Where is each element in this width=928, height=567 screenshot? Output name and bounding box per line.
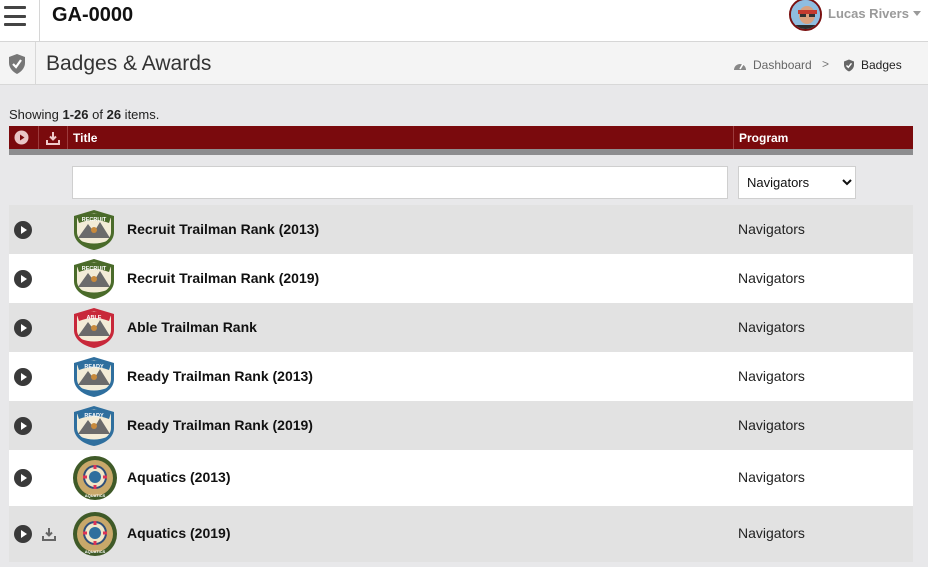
svg-text:RECRUIT: RECRUIT: [82, 217, 107, 223]
row-title[interactable]: Recruit Trailman Rank (2019): [127, 270, 319, 286]
expand-row-icon[interactable]: [14, 220, 32, 239]
summary-suffix: items.: [121, 107, 160, 122]
row-title[interactable]: Aquatics (2013): [127, 469, 230, 485]
user-avatar[interactable]: [789, 0, 822, 31]
svg-text:RECRUIT: RECRUIT: [82, 266, 107, 272]
header-divider: [733, 126, 734, 149]
shield-check-icon: [9, 54, 25, 74]
breadcrumb-badges: Badges: [843, 58, 902, 72]
table-row[interactable]: RECRUIT Recruit Trailman Rank (2019) Nav…: [9, 254, 913, 303]
title-filter-input[interactable]: [72, 166, 728, 199]
page-header-divider: [35, 42, 36, 85]
svg-text:READY: READY: [84, 364, 104, 370]
summary-prefix: Showing: [9, 107, 63, 122]
top-bar-divider: [39, 0, 40, 42]
download-icon[interactable]: [42, 527, 56, 541]
summary-range: 1-26: [62, 107, 89, 122]
breadcrumb-dashboard[interactable]: Dashboard: [733, 58, 812, 72]
user-menu-caret-icon[interactable]: [913, 11, 921, 16]
aquatics-badge-icon: AQUATICS: [72, 455, 118, 506]
table-row[interactable]: AQUATICS Aquatics (2013) Navigators: [9, 450, 913, 506]
shield-check-icon: [844, 59, 854, 71]
svg-text:AQUATICS: AQUATICS: [85, 493, 106, 498]
ready-badge-icon: READY: [72, 404, 116, 453]
dashboard-gauge-icon: [734, 63, 746, 70]
expand-row-icon[interactable]: [14, 416, 32, 435]
table-row[interactable]: RECRUIT Recruit Trailman Rank (2013) Nav…: [9, 205, 913, 254]
play-circle-icon: [14, 130, 29, 145]
ready-badge-icon: READY: [72, 355, 116, 404]
row-program: Navigators: [738, 525, 805, 541]
program-filter-select[interactable]: Navigators: [738, 166, 856, 199]
app-title: GA-0000: [52, 4, 134, 26]
table-row[interactable]: READY Ready Trailman Rank (2013) Navigat…: [9, 352, 913, 401]
row-program: Navigators: [738, 220, 805, 237]
top-bar: GA-0000 Lucas Rivers: [0, 0, 928, 42]
expand-row-icon[interactable]: [14, 469, 32, 487]
expand-row-icon[interactable]: [14, 367, 32, 386]
breadcrumb-dashboard-label: Dashboard: [753, 58, 812, 72]
expand-row-icon[interactable]: [14, 525, 32, 543]
row-title[interactable]: Able Trailman Rank: [127, 319, 257, 335]
expand-row-icon[interactable]: [14, 318, 32, 337]
header-divider: [67, 126, 68, 149]
row-program: Navigators: [738, 269, 805, 286]
user-name-menu[interactable]: Lucas Rivers: [828, 6, 909, 21]
svg-text:ABLE: ABLE: [87, 315, 102, 321]
row-program: Navigators: [738, 367, 805, 384]
download-icon: [46, 131, 60, 145]
row-title[interactable]: Ready Trailman Rank (2019): [127, 417, 313, 433]
aquatics-badge-icon: AQUATICS: [72, 511, 118, 562]
row-title[interactable]: Recruit Trailman Rank (2013): [127, 221, 319, 237]
expand-all-button[interactable]: [14, 126, 29, 149]
column-header-title[interactable]: Title: [73, 126, 97, 149]
summary-middle: of: [88, 107, 107, 122]
row-program: Navigators: [738, 318, 805, 335]
page-header: Badges & Awards Dashboard > Badges: [0, 42, 928, 85]
svg-text:READY: READY: [84, 413, 104, 419]
filter-row: Navigators: [9, 161, 913, 205]
summary-total: 26: [106, 107, 122, 122]
row-title[interactable]: Ready Trailman Rank (2013): [127, 368, 313, 384]
svg-text:AQUATICS: AQUATICS: [85, 549, 106, 554]
breadcrumb-badges-label: Badges: [861, 58, 902, 72]
download-all-button[interactable]: [46, 126, 60, 149]
page-title: Badges & Awards: [46, 52, 212, 75]
table-row[interactable]: READY Ready Trailman Rank (2019) Navigat…: [9, 401, 913, 450]
recruit-badge-icon: RECRUIT: [72, 257, 116, 306]
breadcrumb-separator-icon: >: [822, 57, 830, 71]
recruit-badge-icon: RECRUIT: [72, 208, 116, 257]
expand-row-icon[interactable]: [14, 269, 32, 288]
hamburger-menu-icon[interactable]: [4, 6, 26, 26]
table-header: Title Program: [9, 126, 913, 155]
row-program: Navigators: [738, 416, 805, 433]
column-header-program[interactable]: Program: [739, 126, 788, 149]
row-program: Navigators: [738, 469, 805, 485]
items-summary: Showing 1-26 of 26 items.: [9, 107, 159, 122]
able-badge-icon: ABLE: [72, 306, 116, 355]
row-title[interactable]: Aquatics (2019): [127, 525, 230, 541]
table-row[interactable]: AQUATICS Aquatics (2019) Navigators: [9, 506, 913, 562]
header-divider: [38, 126, 39, 149]
table-row[interactable]: ABLE Able Trailman Rank Navigators: [9, 303, 913, 352]
